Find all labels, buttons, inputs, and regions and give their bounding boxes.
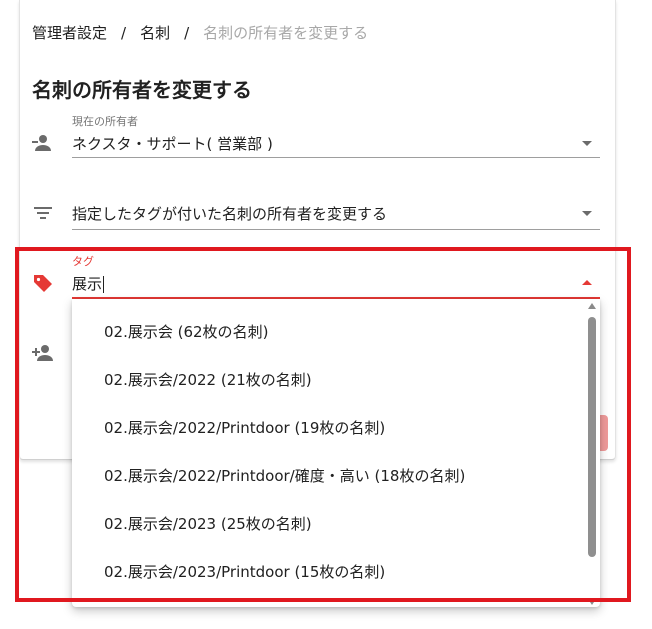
change-mode-select[interactable]: 指定したタグが付いた名刺の所有者を変更する bbox=[72, 203, 387, 224]
dropdown-option[interactable]: 02.展示会/2022/Printdoor (19枚の名刺) bbox=[72, 403, 584, 451]
breadcrumb-separator: / bbox=[121, 23, 127, 42]
dropdown-option[interactable]: 02.展示会/2022 (21枚の名刺) bbox=[72, 355, 584, 403]
dropdown-option[interactable]: 02.展示会/2023/Printdoor (15枚の名刺) bbox=[72, 547, 584, 595]
tag-input-text: 展示 bbox=[72, 275, 103, 293]
dropdown-option[interactable]: 02.展示会 (62枚の名刺) bbox=[72, 307, 584, 355]
scroll-down-arrow-icon[interactable] bbox=[588, 599, 596, 605]
tag-icon bbox=[31, 271, 55, 295]
breadcrumb-separator: / bbox=[184, 23, 190, 42]
person-add-icon bbox=[31, 341, 55, 365]
chevron-up-icon[interactable] bbox=[582, 280, 592, 285]
filter-list-icon bbox=[31, 201, 55, 225]
tag-input[interactable]: 展示 bbox=[72, 273, 105, 294]
breadcrumb: 管理者設定 / 名刺 / 名刺の所有者を変更する bbox=[32, 22, 368, 43]
chevron-down-icon[interactable] bbox=[582, 211, 592, 216]
change-mode-underline bbox=[72, 229, 600, 230]
dropdown-option[interactable]: 02.展示会/2023 (25枚の名刺) bbox=[72, 499, 584, 547]
current-owner-select[interactable]: ネクスタ・サポート( 営業部 ) bbox=[72, 133, 273, 154]
breadcrumb-business-cards[interactable]: 名刺 bbox=[140, 22, 170, 43]
current-owner-label: 現在の所有者 bbox=[72, 115, 138, 128]
scroll-up-arrow-icon[interactable] bbox=[588, 303, 596, 309]
person-remove-icon bbox=[31, 131, 55, 155]
text-cursor bbox=[103, 276, 105, 293]
current-owner-underline bbox=[72, 157, 600, 158]
page-title: 名刺の所有者を変更する bbox=[32, 78, 252, 102]
tag-dropdown-menu: 02.展示会 (62枚の名刺) 02.展示会/2022 (21枚の名刺) 02.… bbox=[72, 299, 600, 607]
chevron-down-icon[interactable] bbox=[582, 141, 592, 146]
breadcrumb-admin-settings[interactable]: 管理者設定 bbox=[32, 22, 107, 43]
dropdown-scrollbar[interactable] bbox=[586, 299, 598, 607]
breadcrumb-current-page: 名刺の所有者を変更する bbox=[203, 24, 369, 42]
tag-label: タグ bbox=[72, 255, 94, 268]
scrollbar-thumb[interactable] bbox=[588, 317, 596, 557]
submit-button[interactable] bbox=[600, 415, 608, 451]
dropdown-option[interactable]: 02.展示会/2022/Printdoor/確度・高い (18枚の名刺) bbox=[72, 451, 584, 499]
